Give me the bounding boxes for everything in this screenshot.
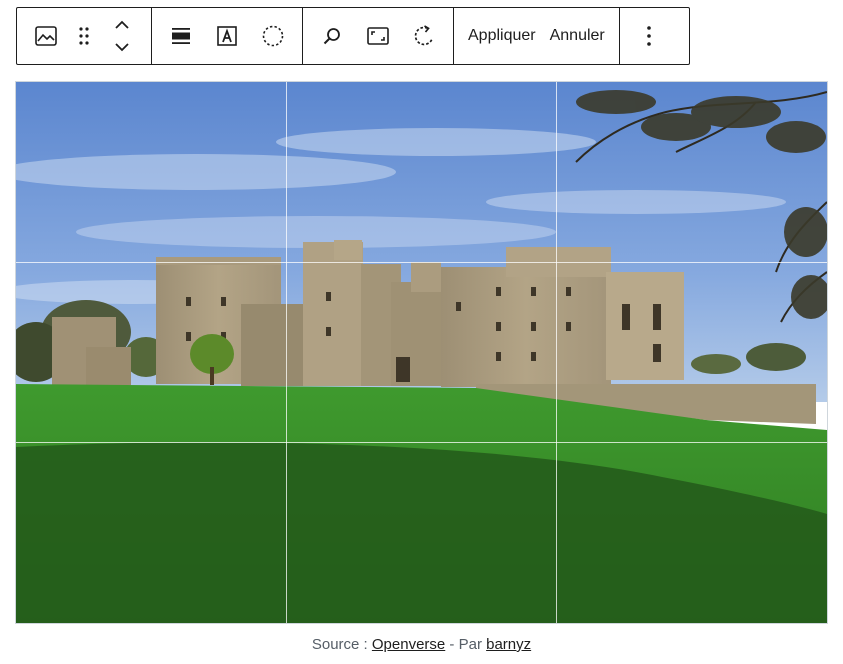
crop-grid-line bbox=[556, 82, 557, 623]
rotate-icon[interactable] bbox=[401, 13, 447, 59]
caption-prefix: Source : bbox=[311, 636, 372, 653]
block-toolbar: Appliquer Annuler bbox=[16, 7, 690, 65]
drag-handle-icon[interactable] bbox=[69, 13, 99, 59]
text-overlay-icon[interactable] bbox=[204, 13, 250, 59]
toolbar-group-more bbox=[620, 8, 678, 64]
apply-button[interactable]: Appliquer bbox=[461, 13, 543, 59]
block-mover bbox=[99, 13, 145, 59]
toolbar-group-style bbox=[152, 8, 303, 64]
aspect-ratio-icon[interactable] bbox=[355, 13, 401, 59]
chevron-down-icon[interactable] bbox=[114, 42, 130, 52]
image-crop-area[interactable] bbox=[15, 81, 828, 624]
duotone-icon[interactable] bbox=[250, 13, 296, 59]
align-wide-icon[interactable] bbox=[158, 13, 204, 59]
crop-grid-line bbox=[16, 442, 827, 443]
image-caption: Source : Openverse - Par barnyz bbox=[0, 636, 843, 653]
more-vertical-icon[interactable] bbox=[626, 13, 672, 59]
crop-grid-line bbox=[16, 262, 827, 263]
toolbar-group-crop bbox=[303, 8, 454, 64]
toolbar-group-block bbox=[17, 8, 152, 64]
source-link[interactable]: Openverse bbox=[372, 636, 445, 653]
castle-photo bbox=[16, 82, 827, 623]
caption-separator: - Par bbox=[445, 636, 487, 653]
toolbar-group-actions: Appliquer Annuler bbox=[454, 8, 620, 64]
zoom-icon[interactable] bbox=[309, 13, 355, 59]
crop-grid-line bbox=[286, 82, 287, 623]
image-icon[interactable] bbox=[23, 13, 69, 59]
cancel-button[interactable]: Annuler bbox=[543, 13, 612, 59]
author-link[interactable]: barnyz bbox=[486, 636, 531, 653]
chevron-up-icon[interactable] bbox=[114, 20, 130, 30]
